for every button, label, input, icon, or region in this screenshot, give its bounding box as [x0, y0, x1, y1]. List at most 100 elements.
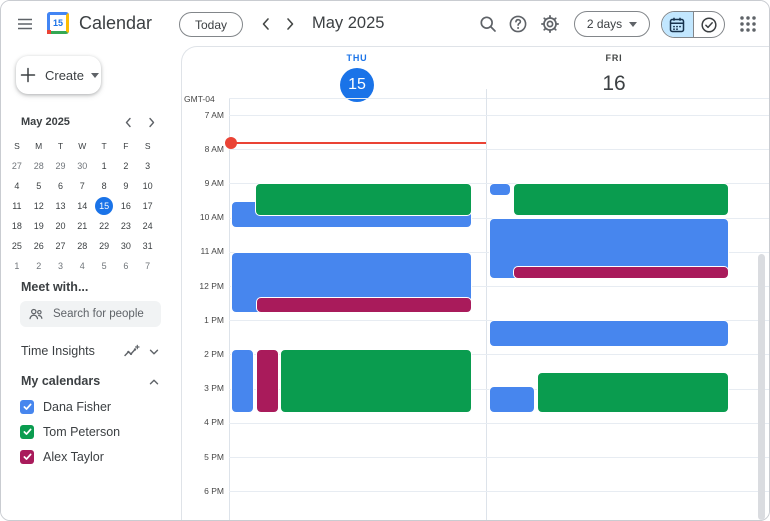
today-button[interactable]: Today [179, 12, 243, 37]
time-insights-expand-button[interactable] [147, 345, 161, 359]
mini-date-cell[interactable]: 18 [6, 216, 28, 236]
mini-date-cell[interactable]: 3 [50, 256, 72, 276]
calendar-checkbox[interactable] [20, 399, 34, 414]
mini-calendar-weekdays: SMTWTFS [6, 138, 159, 154]
hour-gridline [229, 491, 769, 493]
calendar-main-view: GMT-04 THU 15 FRI 16 7 AM 8 AM 9 AM 10 AM 11… [181, 46, 769, 520]
time-insights-icon[interactable] [123, 343, 141, 361]
calendar-name-label: Alex Taylor [43, 449, 104, 464]
search-people-box[interactable] [20, 301, 161, 327]
event-block[interactable] [256, 348, 279, 413]
mini-date-cell[interactable]: 28 [28, 156, 50, 176]
calendar-list-item[interactable]: Tom Peterson [20, 419, 170, 444]
mini-date-cell[interactable]: 1 [6, 256, 28, 276]
calendar-view-button[interactable] [662, 12, 694, 37]
event-block[interactable] [513, 266, 729, 279]
mini-date-cell[interactable]: 22 [93, 216, 115, 236]
mini-date-cell[interactable]: 6 [50, 176, 72, 196]
mini-date-cell[interactable]: 16 [115, 196, 137, 216]
logo-day-number: 15 [52, 17, 63, 28]
event-block[interactable] [489, 320, 729, 348]
mini-calendar-title: May 2025 [21, 116, 70, 128]
mini-date-cell[interactable]: 15 [95, 197, 114, 215]
previous-period-button[interactable] [256, 14, 276, 34]
event-block[interactable] [489, 385, 535, 413]
hour-label: 3 PM [204, 383, 224, 394]
help-button[interactable] [506, 12, 530, 36]
search-button[interactable] [476, 12, 500, 36]
hour-label: 9 AM [204, 177, 224, 188]
mini-date-cell[interactable]: 27 [50, 236, 72, 256]
event-block[interactable] [489, 183, 511, 197]
tasks-view-button[interactable] [694, 12, 725, 37]
mini-date-cell[interactable]: 19 [28, 216, 50, 236]
mini-date-cell[interactable]: 4 [71, 256, 93, 276]
mini-date-cell[interactable]: 6 [115, 256, 137, 276]
mini-date-cell[interactable]: 27 [6, 156, 28, 176]
event-block[interactable] [231, 348, 254, 413]
mini-date-cell[interactable]: 23 [115, 216, 137, 236]
hour-label: 4 PM [204, 417, 224, 428]
mini-date-cell[interactable]: 10 [137, 176, 159, 196]
check-circle-icon [701, 16, 717, 33]
calendar-list-item[interactable]: Alex Taylor [20, 444, 170, 469]
mini-date-cell[interactable]: 5 [28, 176, 50, 196]
event-block[interactable] [280, 348, 472, 413]
mini-date-cell[interactable]: 30 [115, 236, 137, 256]
mini-calendar-prev-button[interactable] [119, 113, 137, 131]
mini-date-cell[interactable]: 3 [137, 156, 159, 176]
mini-date-cell[interactable]: 26 [28, 236, 50, 256]
mini-date-cell[interactable]: 11 [6, 196, 28, 216]
check-icon [23, 428, 31, 435]
hamburger-icon [18, 18, 32, 30]
mini-date-cell[interactable]: 1 [93, 156, 115, 176]
mini-date-cell[interactable]: 4 [6, 176, 28, 196]
calendar-checkbox[interactable] [20, 424, 34, 439]
settings-button[interactable] [538, 12, 562, 36]
mini-date-cell[interactable]: 13 [50, 196, 72, 216]
mini-date-cell[interactable]: 2 [115, 156, 137, 176]
hour-label: 12 PM [199, 280, 224, 291]
mini-weekday-label: T [101, 141, 107, 151]
mini-date-cell[interactable]: 31 [137, 236, 159, 256]
calendar-name-label: Tom Peterson [43, 424, 121, 439]
mini-date-cell[interactable]: 7 [137, 256, 159, 276]
vertical-scrollbar[interactable] [758, 254, 765, 520]
check-icon [23, 403, 31, 410]
mini-date-cell[interactable]: 25 [6, 236, 28, 256]
event-block[interactable] [256, 297, 472, 313]
mini-date-cell[interactable]: 20 [50, 216, 72, 236]
main-menu-button[interactable] [13, 12, 37, 36]
mini-date-cell[interactable]: 14 [71, 196, 93, 216]
mini-date-cell[interactable]: 12 [28, 196, 50, 216]
current-time-line [229, 141, 486, 144]
mini-date-cell[interactable]: 9 [115, 176, 137, 196]
mini-date-cell[interactable]: 5 [93, 256, 115, 276]
mini-date-cell[interactable]: 24 [137, 216, 159, 236]
mini-date-cell[interactable]: 29 [93, 236, 115, 256]
current-time-dot [225, 136, 237, 149]
search-icon [480, 16, 496, 32]
next-period-button[interactable] [280, 14, 300, 34]
my-calendars-collapse-button[interactable] [147, 375, 161, 389]
event-block[interactable] [255, 183, 472, 217]
google-apps-grid-icon[interactable] [739, 15, 756, 32]
mini-calendar-next-button[interactable] [142, 113, 160, 131]
mini-date-cell[interactable]: 29 [50, 156, 72, 176]
mini-date-cell[interactable]: 30 [71, 156, 93, 176]
search-people-input[interactable] [51, 307, 155, 321]
mini-date-cell[interactable]: 2 [28, 256, 50, 276]
mini-date-cell[interactable]: 28 [71, 236, 93, 256]
create-button-label: Create [44, 67, 85, 83]
calendar-checkbox[interactable] [20, 449, 34, 464]
event-block[interactable] [513, 183, 729, 217]
mini-date-cell[interactable]: 7 [71, 176, 93, 196]
mini-date-cell[interactable]: 21 [71, 216, 93, 236]
view-range-selector[interactable]: 2 days [574, 11, 650, 37]
event-block[interactable] [537, 371, 729, 413]
mini-date-cell[interactable]: 8 [93, 176, 115, 196]
calendar-list-item[interactable]: Dana Fisher [20, 394, 170, 419]
calendar-view-icon [670, 17, 685, 32]
mini-date-cell[interactable]: 17 [137, 196, 159, 216]
create-button[interactable]: Create [16, 56, 101, 94]
